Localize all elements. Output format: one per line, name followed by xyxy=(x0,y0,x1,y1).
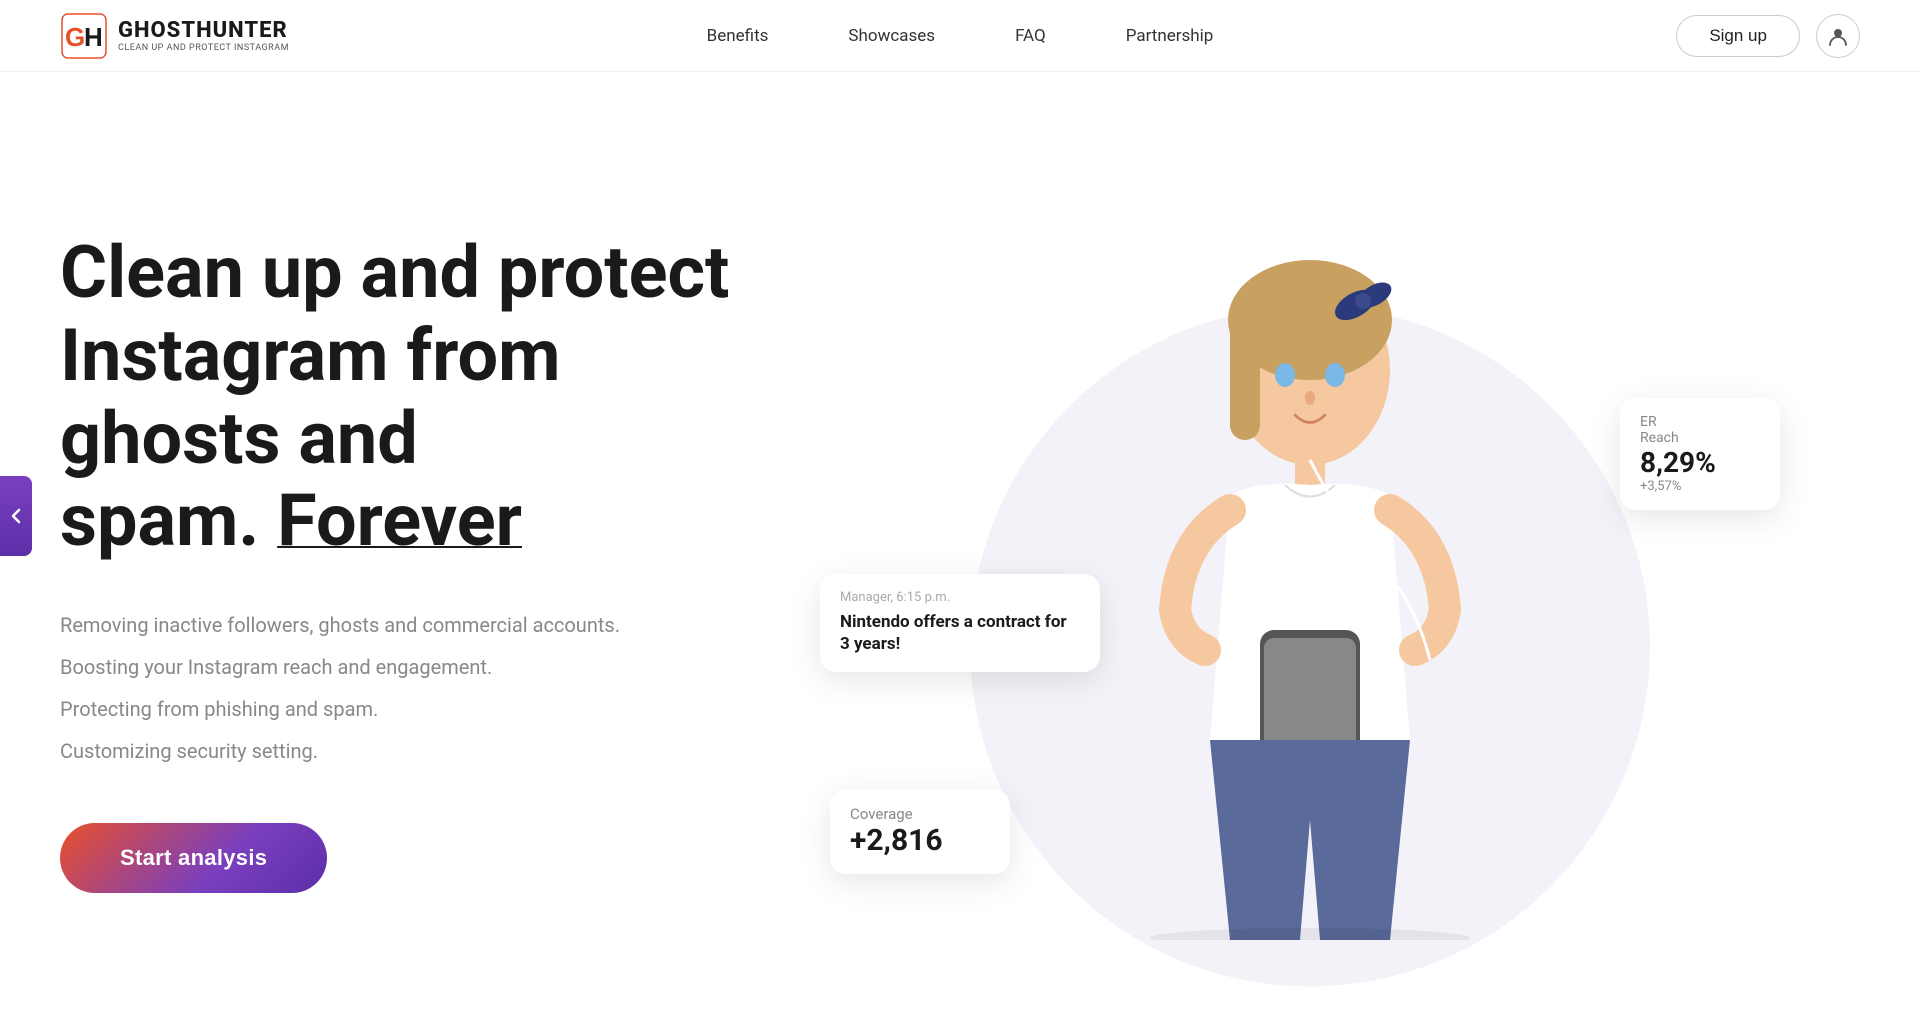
coverage-label: Coverage xyxy=(850,805,990,823)
feature-2: Boosting your Instagram reach and engage… xyxy=(60,655,760,679)
er-delta: +3,57% xyxy=(1640,479,1760,494)
svg-text:H: H xyxy=(84,22,103,52)
hero-title: Clean up and protect Instagram from ghos… xyxy=(60,232,760,563)
logo-icon: G H xyxy=(60,12,108,60)
coverage-value: +2,816 xyxy=(850,823,990,858)
er-reach-card: ER Reach 8,29% +3,57% xyxy=(1620,398,1780,510)
hero-right: ER Reach 8,29% +3,57% Manager, 6:15 p.m.… xyxy=(760,152,1860,1032)
brand-tagline: CLEAN UP AND PROTECT INSTAGRAM xyxy=(118,43,289,53)
main-nav: Benefits Showcases FAQ Partnership xyxy=(707,26,1214,46)
feature-3: Protecting from phishing and spam. xyxy=(60,697,760,721)
nav-showcases[interactable]: Showcases xyxy=(848,26,935,46)
nav-partnership[interactable]: Partnership xyxy=(1126,26,1214,46)
start-analysis-button[interactable]: Start analysis xyxy=(60,823,327,893)
hero-person-illustration xyxy=(1100,240,1520,944)
message-card: Manager, 6:15 p.m. Nintendo offers a con… xyxy=(820,574,1100,671)
message-text: Nintendo offers a contract for 3 years! xyxy=(840,611,1080,655)
coverage-card: Coverage +2,816 xyxy=(830,789,1010,874)
header-actions: Sign up xyxy=(1676,14,1860,58)
logo-text: GHOSTHUNTER CLEAN UP AND PROTECT INSTAGR… xyxy=(118,18,289,53)
er-label-line2: Reach xyxy=(1640,430,1760,446)
nav-benefits[interactable]: Benefits xyxy=(707,26,769,46)
user-icon-button[interactable] xyxy=(1816,14,1860,58)
hero-title-forever: Forever xyxy=(277,478,522,563)
feature-4: Customizing security setting. xyxy=(60,739,760,763)
er-label: ER Reach xyxy=(1640,414,1760,446)
hero-title-line2: Instagram from ghosts and xyxy=(60,313,560,481)
hero-left: Clean up and protect Instagram from ghos… xyxy=(60,152,760,1032)
header: G H GHOSTHUNTER CLEAN UP AND PROTECT INS… xyxy=(0,0,1920,72)
logo[interactable]: G H GHOSTHUNTER CLEAN UP AND PROTECT INS… xyxy=(60,12,289,60)
brand-name: GHOSTHUNTER xyxy=(118,18,289,43)
side-arrow-tab[interactable] xyxy=(0,476,32,556)
features-list: Removing inactive followers, ghosts and … xyxy=(60,613,760,763)
nav-faq[interactable]: FAQ xyxy=(1015,26,1046,46)
svg-text:G: G xyxy=(65,22,85,52)
hero-title-line1: Clean up and protect xyxy=(60,230,729,315)
signup-button[interactable]: Sign up xyxy=(1676,15,1800,57)
message-sender: Manager, 6:15 p.m. xyxy=(840,590,1080,605)
main-content: Clean up and protect Instagram from ghos… xyxy=(0,72,1920,1032)
er-value: 8,29% xyxy=(1640,446,1760,479)
hero-title-line3: spam. xyxy=(60,478,277,563)
feature-1: Removing inactive followers, ghosts and … xyxy=(60,613,760,637)
er-label-line1: ER xyxy=(1640,414,1760,430)
user-icon xyxy=(1827,25,1849,47)
person-svg xyxy=(1100,240,1520,940)
